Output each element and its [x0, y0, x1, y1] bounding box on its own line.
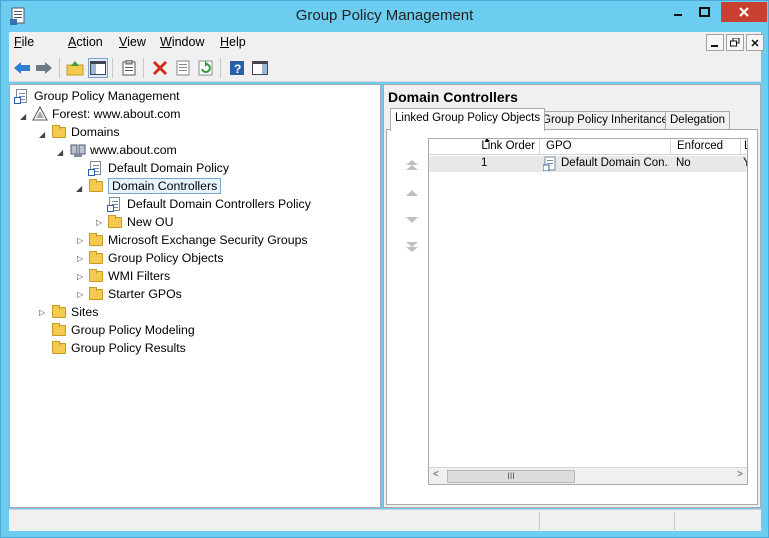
menu-action[interactable]: Action [68, 35, 103, 49]
tree-item-results[interactable]: Group Policy Results [51, 339, 186, 357]
gpo-folder-icon [88, 250, 104, 266]
ou-folder-icon [107, 214, 123, 230]
close-button[interactable] [721, 2, 767, 22]
tree-item-sites[interactable]: Sites [51, 303, 98, 321]
column-header-link-enabled[interactable]: L [741, 139, 747, 155]
tab-delegation[interactable]: Delegation [665, 111, 730, 130]
gpo-link-icon [543, 156, 557, 174]
move-to-bottom-icon[interactable] [403, 240, 421, 254]
gpo-link-icon [88, 160, 104, 176]
svg-text:?: ? [234, 62, 241, 76]
tree-item-default-dc-policy[interactable]: Default Domain Controllers Policy [107, 195, 311, 213]
collapse-arrow-icon[interactable]: ◢ [20, 112, 28, 122]
title-bar[interactable]: Group Policy Management [1, 1, 768, 32]
show-hide-tree-icon[interactable] [88, 58, 108, 78]
gpo-link-icon [107, 196, 123, 212]
export-list-icon[interactable] [173, 58, 193, 78]
tree-item-default-domain-policy[interactable]: Default Domain Policy [88, 159, 229, 177]
main-window: Group Policy Management File Action View… [0, 0, 769, 538]
results-folder-icon [51, 340, 67, 356]
modeling-folder-icon [51, 322, 67, 338]
linked-gpos-panel: Link Order ▲ GPO Enforced L 1 Default Do… [386, 129, 758, 505]
column-header-gpo[interactable]: GPO [540, 139, 671, 155]
starter-gpo-folder-icon [88, 286, 104, 302]
collapse-arrow-icon[interactable]: ◢ [39, 130, 47, 140]
tab-gp-inheritance[interactable]: Group Policy Inheritance [537, 111, 673, 130]
menu-help[interactable]: Help [220, 35, 246, 49]
mdi-close-button[interactable] [746, 34, 764, 51]
scroll-right-icon[interactable]: > [737, 469, 743, 480]
tree-item-forest[interactable]: Forest: www.about.com [32, 105, 180, 123]
column-header-link-order[interactable]: Link Order ▲ [429, 139, 540, 155]
collapse-arrow-icon[interactable]: ◢ [76, 184, 84, 194]
mdi-controls [706, 34, 764, 52]
back-arrow-icon[interactable] [12, 58, 32, 78]
tree-item-starter-gpos[interactable]: Starter GPOs [88, 285, 182, 303]
move-down-icon[interactable] [403, 213, 421, 227]
help-icon[interactable]: ? [227, 58, 247, 78]
tree-item-exchange-groups[interactable]: Microsoft Exchange Security Groups [88, 231, 308, 249]
console-tree-pane[interactable]: Group Policy Management ◢ Forest: www.ab… [9, 84, 381, 508]
expand-arrow-icon[interactable]: ▷ [77, 236, 85, 246]
ou-folder-icon [88, 232, 104, 248]
table-row[interactable]: 1 Default Domain Con... No Y [429, 156, 747, 174]
status-bar [9, 509, 761, 531]
ou-folder-icon [88, 178, 104, 194]
tree-item-root[interactable]: Group Policy Management [14, 87, 180, 105]
wmi-folder-icon [88, 268, 104, 284]
linked-gpo-list[interactable]: Link Order ▲ GPO Enforced L 1 Default Do… [428, 138, 748, 485]
tree-item-new-ou[interactable]: New OU [107, 213, 173, 231]
forest-icon [32, 105, 48, 122]
domain-icon [70, 142, 86, 158]
menu-view[interactable]: View [119, 35, 146, 49]
maximize-button[interactable] [691, 2, 719, 22]
cell-link-enabled: Y [743, 157, 747, 169]
move-up-icon[interactable] [403, 186, 421, 200]
minimize-button[interactable] [665, 2, 691, 22]
window-title: Group Policy Management [295, 7, 474, 24]
tree-item-gpo[interactable]: Group Policy Objects [88, 249, 224, 267]
details-pane: Domain Controllers Linked Group Policy O… [383, 84, 761, 508]
cell-gpo-name: Default Domain Con... [561, 157, 669, 169]
collapse-arrow-icon[interactable]: ◢ [57, 148, 65, 158]
show-action-pane-icon[interactable] [250, 58, 270, 78]
menu-window[interactable]: Window [160, 35, 204, 49]
up-folder-icon[interactable] [65, 58, 85, 78]
scroll-thumb[interactable]: III [447, 470, 575, 483]
menu-bar: File Action View Window Help [9, 32, 764, 54]
tree-item-modeling[interactable]: Group Policy Modeling [51, 321, 195, 339]
mdi-minimize-button[interactable] [706, 34, 724, 51]
move-to-top-icon[interactable] [403, 158, 421, 172]
delete-icon[interactable] [150, 58, 170, 78]
menu-file[interactable]: File [14, 35, 34, 49]
cell-enforced: No [676, 157, 691, 169]
forward-arrow-icon[interactable] [34, 58, 54, 78]
domains-folder-icon [51, 124, 67, 140]
expand-arrow-icon[interactable]: ▷ [77, 272, 85, 282]
expand-arrow-icon[interactable]: ▷ [96, 218, 104, 228]
tree-item-domain[interactable]: www.about.com [70, 141, 177, 159]
tab-linked-gpos[interactable]: Linked Group Policy Objects [390, 108, 546, 131]
sort-arrow-icon: ▲ [483, 139, 491, 144]
details-title: Domain Controllers [388, 89, 518, 105]
refresh-icon[interactable] [196, 58, 216, 78]
tree-item-wmi[interactable]: WMI Filters [88, 267, 170, 285]
expand-arrow-icon[interactable]: ▷ [77, 290, 85, 300]
cell-link-order: 1 [481, 157, 488, 169]
mdi-restore-button[interactable] [726, 34, 744, 51]
horizontal-scrollbar[interactable]: < III > [429, 467, 747, 484]
expand-arrow-icon[interactable]: ▷ [39, 308, 47, 318]
column-header-enforced[interactable]: Enforced [671, 139, 741, 155]
sites-folder-icon [51, 304, 67, 320]
expand-arrow-icon[interactable]: ▷ [77, 254, 85, 264]
properties-icon[interactable] [119, 58, 139, 78]
toolbar: ? [9, 54, 761, 82]
tree-item-domain-controllers[interactable]: Domain Controllers [88, 177, 222, 195]
gpm-root-icon [14, 88, 30, 104]
scroll-left-icon[interactable]: < [433, 469, 439, 480]
tree-item-domains[interactable]: Domains [51, 123, 120, 141]
